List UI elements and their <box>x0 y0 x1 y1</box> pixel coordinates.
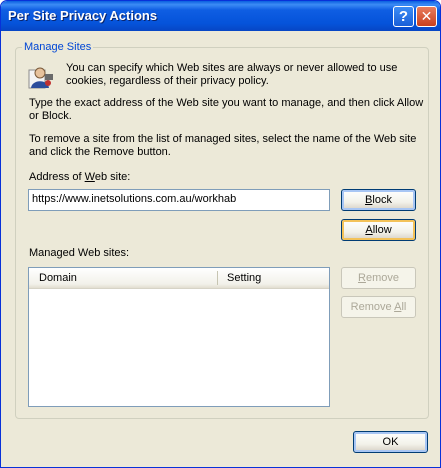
ok-button[interactable]: OK <box>353 431 428 453</box>
dialog-body: Manage Sites You can specify which Web s… <box>4 31 437 465</box>
address-input[interactable]: https://www.inetsolutions.com.au/workhab <box>28 189 330 211</box>
managed-sites-list[interactable]: Domain Setting <box>28 267 330 407</box>
title-bar[interactable]: Per Site Privacy Actions ? ✕ <box>1 1 440 31</box>
help-icon: ? <box>398 8 409 25</box>
instruction-text-2: To remove a site from the list of manage… <box>29 133 417 158</box>
address-label: Address of Web site: <box>29 171 131 183</box>
privacy-user-icon <box>27 64 55 90</box>
remove-all-button[interactable]: Remove All <box>341 296 416 318</box>
column-header-domain[interactable]: Domain <box>29 268 217 287</box>
remove-button[interactable]: Remove <box>341 267 416 289</box>
help-button[interactable]: ? <box>393 6 414 27</box>
allow-button[interactable]: Allow <box>341 219 416 241</box>
dialog-window: Per Site Privacy Actions ? ✕ Manage Site… <box>0 0 441 468</box>
instruction-text-1: Type the exact address of the Web site y… <box>29 97 424 122</box>
list-header: Domain Setting <box>29 268 329 289</box>
close-button[interactable]: ✕ <box>416 6 437 27</box>
group-legend: Manage Sites <box>22 41 94 53</box>
window-title: Per Site Privacy Actions <box>8 8 158 23</box>
close-icon: ✕ <box>420 8 433 24</box>
column-header-setting[interactable]: Setting <box>217 268 329 287</box>
intro-text: You can specify which Web sites are alwa… <box>66 62 398 87</box>
block-button[interactable]: Block <box>341 189 416 211</box>
managed-sites-label: Managed Web sites: <box>29 247 130 259</box>
